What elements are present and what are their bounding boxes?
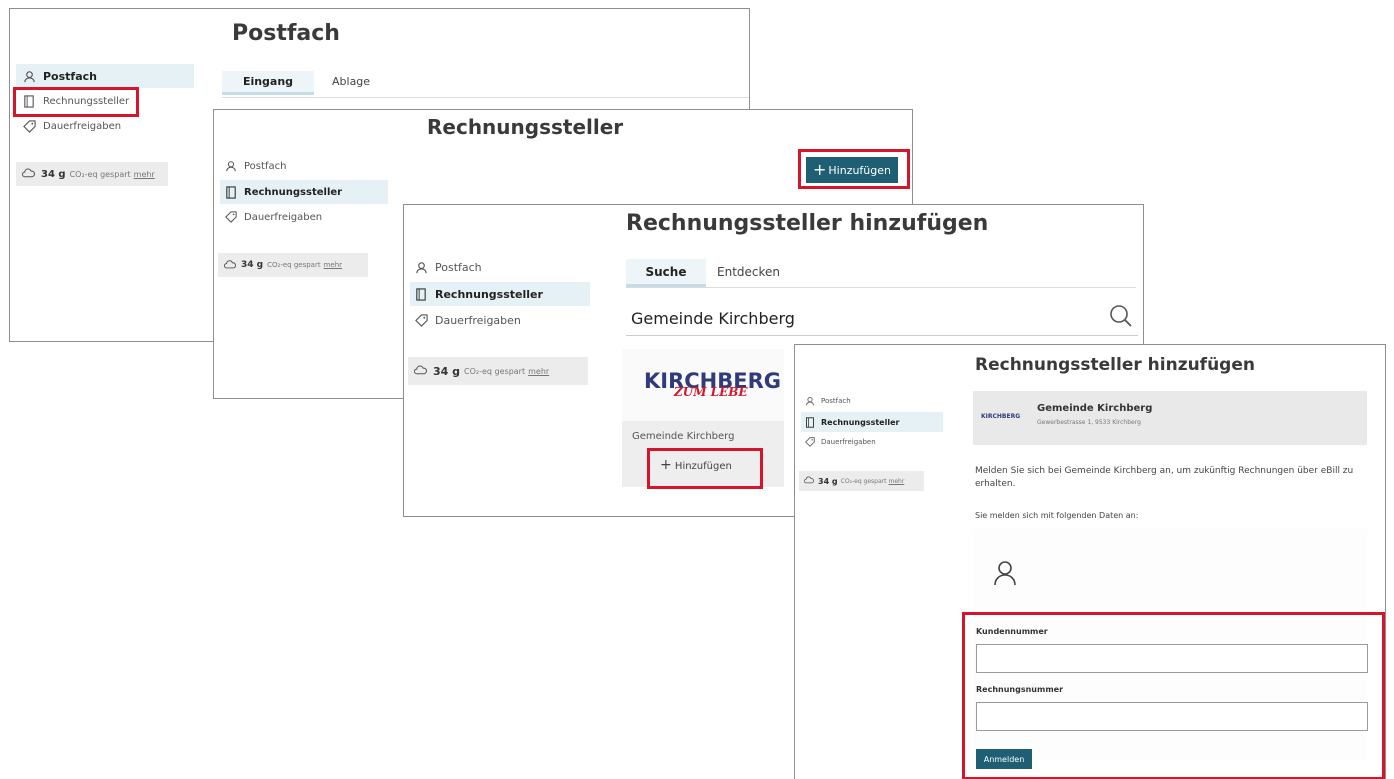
result-name: Gemeinde Kirchberg <box>632 431 735 442</box>
sidebar-item-label: Postfach <box>435 260 482 274</box>
kirchberg-logo: KIRCHBERG ZUM LEBE <box>644 369 781 409</box>
sub-text: Sie melden sich mit folgenden Daten an: <box>975 511 1139 520</box>
highlight-add-button <box>798 149 910 189</box>
co2-text: CO₂-eq gespart <box>464 366 526 376</box>
sidebar-item-dauerfreigaben[interactable]: Dauerfreigaben <box>801 433 941 451</box>
sidebar-item-label: Postfach <box>244 160 287 172</box>
tag-icon <box>20 119 38 133</box>
co2-text: CO₂-eq gespart <box>69 169 131 179</box>
user-icon <box>412 261 430 274</box>
intro-text: Melden Sie sich bei Gemeinde Kirchberg a… <box>975 466 1354 489</box>
tab-eingang[interactable]: Eingang <box>222 71 314 95</box>
logo-tagline: ZUM LEBE <box>674 385 748 399</box>
sidebar-item-postfach[interactable]: Postfach <box>410 256 590 278</box>
highlight-result-add <box>647 448 763 489</box>
sidebar-item-label: Rechnungssteller <box>821 417 900 427</box>
document-icon <box>412 287 430 301</box>
tag-icon <box>412 313 430 327</box>
co2-amount: 34 g <box>241 260 264 270</box>
tag-icon <box>803 437 817 447</box>
page-title: Postfach <box>232 21 340 46</box>
biller-name: Gemeinde Kirchberg <box>1037 403 1153 414</box>
sidebar-item-label: Dauerfreigaben <box>244 211 323 223</box>
sidebar-item-label: Dauerfreigaben <box>821 438 876 446</box>
co2-savings: 34 g CO₂-eq gespart mehr <box>408 357 588 385</box>
user-icon <box>20 70 38 83</box>
sidebar-item-label: Rechnungssteller <box>435 287 543 301</box>
sidebar-item-label: Postfach <box>43 69 97 83</box>
person-icon <box>992 559 1018 591</box>
page-title: Rechnungssteller hinzufügen <box>975 355 1255 375</box>
document-icon <box>803 416 817 428</box>
document-icon <box>222 185 240 199</box>
sidebar-item-postfach[interactable]: Postfach <box>220 155 388 177</box>
highlight-rechnungssteller <box>13 87 139 117</box>
sidebar-item-rechnungssteller[interactable]: Rechnungssteller <box>220 180 388 204</box>
tab-entdecken[interactable]: Entdecken <box>717 259 780 285</box>
co2-savings: 34 g CO₂-eq gespart mehr <box>218 253 368 277</box>
sidebar-item-label: Rechnungssteller <box>244 186 343 198</box>
highlight-login-form <box>962 612 1385 779</box>
tag-icon <box>222 211 240 223</box>
biller-logo: KIRCHBERG <box>981 413 1021 420</box>
co2-more-link[interactable]: mehr <box>528 367 549 376</box>
co2-more-link[interactable]: mehr <box>888 478 904 485</box>
page-title: Rechnungssteller <box>427 115 624 139</box>
search-input[interactable]: Gemeinde Kirchberg <box>626 301 1138 336</box>
co2-text: CO₂-eq gespart <box>267 261 321 269</box>
cloud-icon <box>803 476 814 486</box>
sidebar-item-rechnungssteller[interactable]: Rechnungssteller <box>801 412 943 432</box>
sidebar-item-label: Dauerfreigaben <box>435 313 521 327</box>
cloud-icon <box>413 365 427 377</box>
co2-more-link[interactable]: mehr <box>324 261 342 269</box>
sidebar-item-label: Dauerfreigaben <box>43 120 122 132</box>
page-title: Rechnungssteller hinzufügen <box>626 211 989 236</box>
sidebar-item-label: Postfach <box>821 397 851 405</box>
cloud-icon <box>21 168 35 180</box>
window-add-biller-login: Rechnungssteller hinzufügen Postfach Rec… <box>794 344 1386 779</box>
co2-amount: 34 g <box>818 476 838 486</box>
tab-ablage[interactable]: Ablage <box>332 71 370 93</box>
tab-divider <box>222 97 749 98</box>
co2-amount: 34 g <box>433 364 461 378</box>
co2-text: CO₂-eq gespart <box>840 477 887 485</box>
cloud-icon <box>223 259 236 271</box>
co2-more-link[interactable]: mehr <box>134 170 155 179</box>
sidebar-item-dauerfreigaben[interactable]: Dauerfreigaben <box>220 206 388 228</box>
sidebar-item-dauerfreigaben[interactable]: Dauerfreigaben <box>410 309 590 331</box>
co2-savings: 34 g CO₂-eq gespart mehr <box>799 471 924 491</box>
sidebar-item-postfach[interactable]: Postfach <box>16 64 194 88</box>
tab-divider <box>626 287 1136 288</box>
biller-summary-card: KIRCHBERG Gemeinde Kirchberg Gewerbestra… <box>973 391 1367 445</box>
co2-amount: 34 g <box>41 168 66 180</box>
tab-suche[interactable]: Suche <box>626 259 706 287</box>
search-icon[interactable] <box>1108 303 1134 333</box>
biller-address: Gewerbestrasse 1, 9533 Kirchberg <box>1037 419 1141 426</box>
search-input-value: Gemeinde Kirchberg <box>631 309 795 328</box>
user-icon <box>803 396 817 406</box>
co2-savings: 34 g CO₂-eq gespart mehr <box>16 162 168 186</box>
sidebar-item-dauerfreigaben[interactable]: Dauerfreigaben <box>16 115 194 137</box>
sidebar-item-rechnungssteller[interactable]: Rechnungssteller <box>410 282 590 306</box>
sidebar-item-postfach[interactable]: Postfach <box>801 392 941 410</box>
user-icon <box>222 160 240 172</box>
